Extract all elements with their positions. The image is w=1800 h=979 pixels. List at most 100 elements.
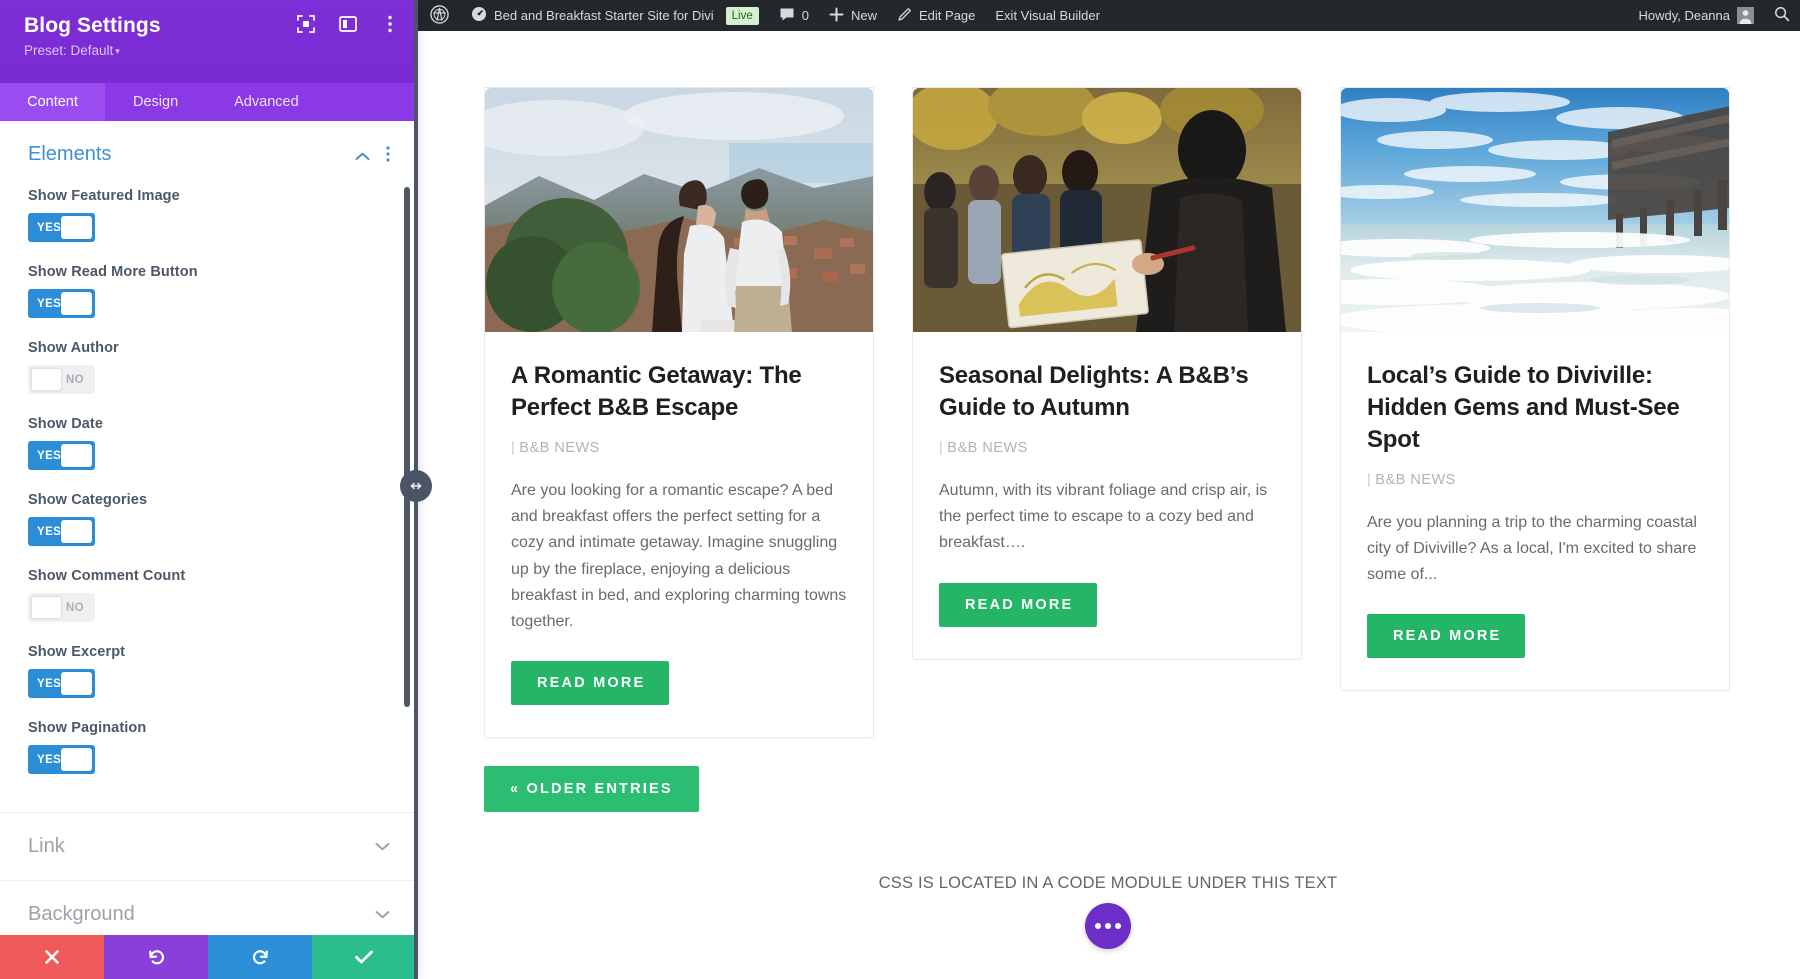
dashboard-icon xyxy=(471,6,487,25)
panel-header-actions xyxy=(296,14,400,34)
post-category[interactable]: B&B NEWS xyxy=(519,440,600,456)
site-name-button[interactable]: Bed and Breakfast Starter Site for Divi xyxy=(461,0,724,31)
redo-button[interactable] xyxy=(208,935,312,979)
wordpress-logo-button[interactable] xyxy=(416,0,461,31)
toggle-knob xyxy=(61,520,92,543)
check-icon xyxy=(354,949,374,965)
panel-scrollbar[interactable] xyxy=(404,187,410,707)
cancel-button[interactable] xyxy=(0,935,104,979)
pagination: « Older Entries xyxy=(416,738,1800,813)
new-content-button[interactable]: New xyxy=(819,0,887,31)
chevron-down-icon: ▾ xyxy=(115,46,120,57)
chevron-down-icon[interactable] xyxy=(375,838,390,856)
toggle-value: NO xyxy=(65,373,84,386)
post-excerpt: Are you looking for a romantic escape? A… xyxy=(511,481,847,630)
more-vertical-icon[interactable] xyxy=(386,146,390,167)
post-meta: | B&B NEWS xyxy=(939,440,1275,456)
meta-separator: | xyxy=(511,439,516,456)
panel-preset-selector[interactable]: Preset: Default ▾ xyxy=(24,43,396,58)
chevron-down-icon[interactable] xyxy=(375,906,390,924)
read-more-button[interactable]: Read More xyxy=(1367,614,1526,659)
toggle-value: YES xyxy=(37,449,62,462)
toggle-show-date[interactable]: YES xyxy=(28,441,95,470)
post-meta: | B&B NEWS xyxy=(511,440,847,456)
plus-icon xyxy=(829,7,844,25)
section-link-title: Link xyxy=(28,835,65,857)
more-vertical-icon[interactable] xyxy=(380,14,400,34)
post-title[interactable]: Local’s Guide to Diviville: Hidden Gems … xyxy=(1367,360,1703,456)
blog-post-card[interactable]: Seasonal Delights: A B&B’s Guide to Autu… xyxy=(912,87,1302,660)
resize-arrows-icon xyxy=(410,482,422,490)
toggle-show-excerpt[interactable]: YES xyxy=(28,669,95,698)
tab-advanced[interactable]: Advanced xyxy=(206,83,327,121)
toggle-show-categories[interactable]: YES xyxy=(28,517,95,546)
card-body: Seasonal Delights: A B&B’s Guide to Autu… xyxy=(913,332,1301,659)
edit-page-label: Edit Page xyxy=(919,8,976,23)
search-button[interactable] xyxy=(1764,0,1800,31)
field-label: Show Date xyxy=(28,416,104,432)
toggle-knob xyxy=(31,368,62,391)
section-background-title: Background xyxy=(28,903,135,925)
more-options-fab[interactable] xyxy=(1085,903,1131,949)
save-button[interactable] xyxy=(312,935,416,979)
post-category[interactable]: B&B NEWS xyxy=(947,440,1028,456)
focus-frame-icon[interactable] xyxy=(296,14,316,34)
read-more-button[interactable]: Read More xyxy=(511,661,670,706)
toggle-value: YES xyxy=(37,297,62,310)
account-menu-button[interactable]: Howdy, Deanna xyxy=(1628,0,1764,31)
field-label: Show Read More Button xyxy=(28,264,198,280)
live-status-badge: Live xyxy=(724,0,769,31)
panel-tabs: Content Design Advanced xyxy=(0,83,416,121)
exit-visual-builder-button[interactable]: Exit Visual Builder xyxy=(985,0,1110,31)
toggle-knob xyxy=(61,672,92,695)
chevron-up-icon[interactable] xyxy=(355,148,370,166)
toggle-knob xyxy=(31,596,62,619)
toggle-show-comment-count[interactable]: NO xyxy=(28,593,95,622)
section-background[interactable]: Background xyxy=(0,881,416,935)
edit-page-button[interactable]: Edit Page xyxy=(887,0,985,31)
wp-admin-bar: Bed and Breakfast Starter Site for Divi … xyxy=(416,0,1800,31)
tab-content[interactable]: Content xyxy=(0,83,105,121)
toggle-value: YES xyxy=(37,753,62,766)
fab-dot xyxy=(1115,923,1121,929)
toggle-show-featured-image[interactable]: YES xyxy=(28,213,95,242)
comment-icon xyxy=(779,7,795,25)
undo-button[interactable] xyxy=(104,935,208,979)
panel-resize-handle[interactable] xyxy=(400,470,432,502)
toggle-knob xyxy=(61,444,92,467)
featured-image xyxy=(1341,88,1729,332)
live-badge-label: Live xyxy=(725,6,759,25)
redo-icon xyxy=(251,948,270,967)
field-label: Show Excerpt xyxy=(28,644,126,660)
section-link[interactable]: Link xyxy=(0,813,416,881)
post-title[interactable]: A Romantic Getaway: The Perfect B&B Esca… xyxy=(511,360,847,424)
older-entries-button[interactable]: « Older Entries xyxy=(484,766,699,813)
tab-design[interactable]: Design xyxy=(105,83,206,121)
layout-panel-icon[interactable] xyxy=(338,14,358,34)
read-more-button[interactable]: Read More xyxy=(939,582,1098,627)
css-note-text: CSS IS LOCATED IN A CODE MODULE UNDER TH… xyxy=(878,874,1338,893)
site-name-label: Bed and Breakfast Starter Site for Divi xyxy=(494,8,714,23)
comments-button[interactable]: 0 xyxy=(769,0,819,31)
module-settings-panel: Blog Settings Preset: Default ▾ Content … xyxy=(0,0,416,979)
field-show-read-more-button: Show Read More Button YES xyxy=(28,264,390,318)
blog-post-card[interactable]: A Romantic Getaway: The Perfect B&B Esca… xyxy=(484,87,874,739)
post-meta: | B&B NEWS xyxy=(1367,472,1703,488)
toggle-show-author[interactable]: NO xyxy=(28,365,95,394)
toggle-show-read-more-button[interactable]: YES xyxy=(28,289,95,318)
blog-post-card[interactable]: Local’s Guide to Diviville: Hidden Gems … xyxy=(1340,87,1730,692)
blog-module-grid: A Romantic Getaway: The Perfect B&B Esca… xyxy=(416,31,1800,739)
field-label: Show Author xyxy=(28,340,119,356)
close-icon xyxy=(43,948,61,966)
toggle-value: YES xyxy=(37,677,62,690)
toggle-knob xyxy=(61,292,92,315)
howdy-label: Howdy, Deanna xyxy=(1638,8,1730,23)
panel-body: Elements Show Featured Image YES Show Re… xyxy=(0,121,416,935)
post-category[interactable]: B&B NEWS xyxy=(1375,472,1456,488)
avatar xyxy=(1737,7,1754,24)
post-title[interactable]: Seasonal Delights: A B&B’s Guide to Autu… xyxy=(939,360,1275,424)
elements-section-header[interactable]: Elements xyxy=(28,143,390,166)
toggle-show-pagination[interactable]: YES xyxy=(28,745,95,774)
visual-builder-screen: Bed and Breakfast Starter Site for Divi … xyxy=(0,0,1800,979)
exit-visual-builder-label: Exit Visual Builder xyxy=(995,8,1100,23)
